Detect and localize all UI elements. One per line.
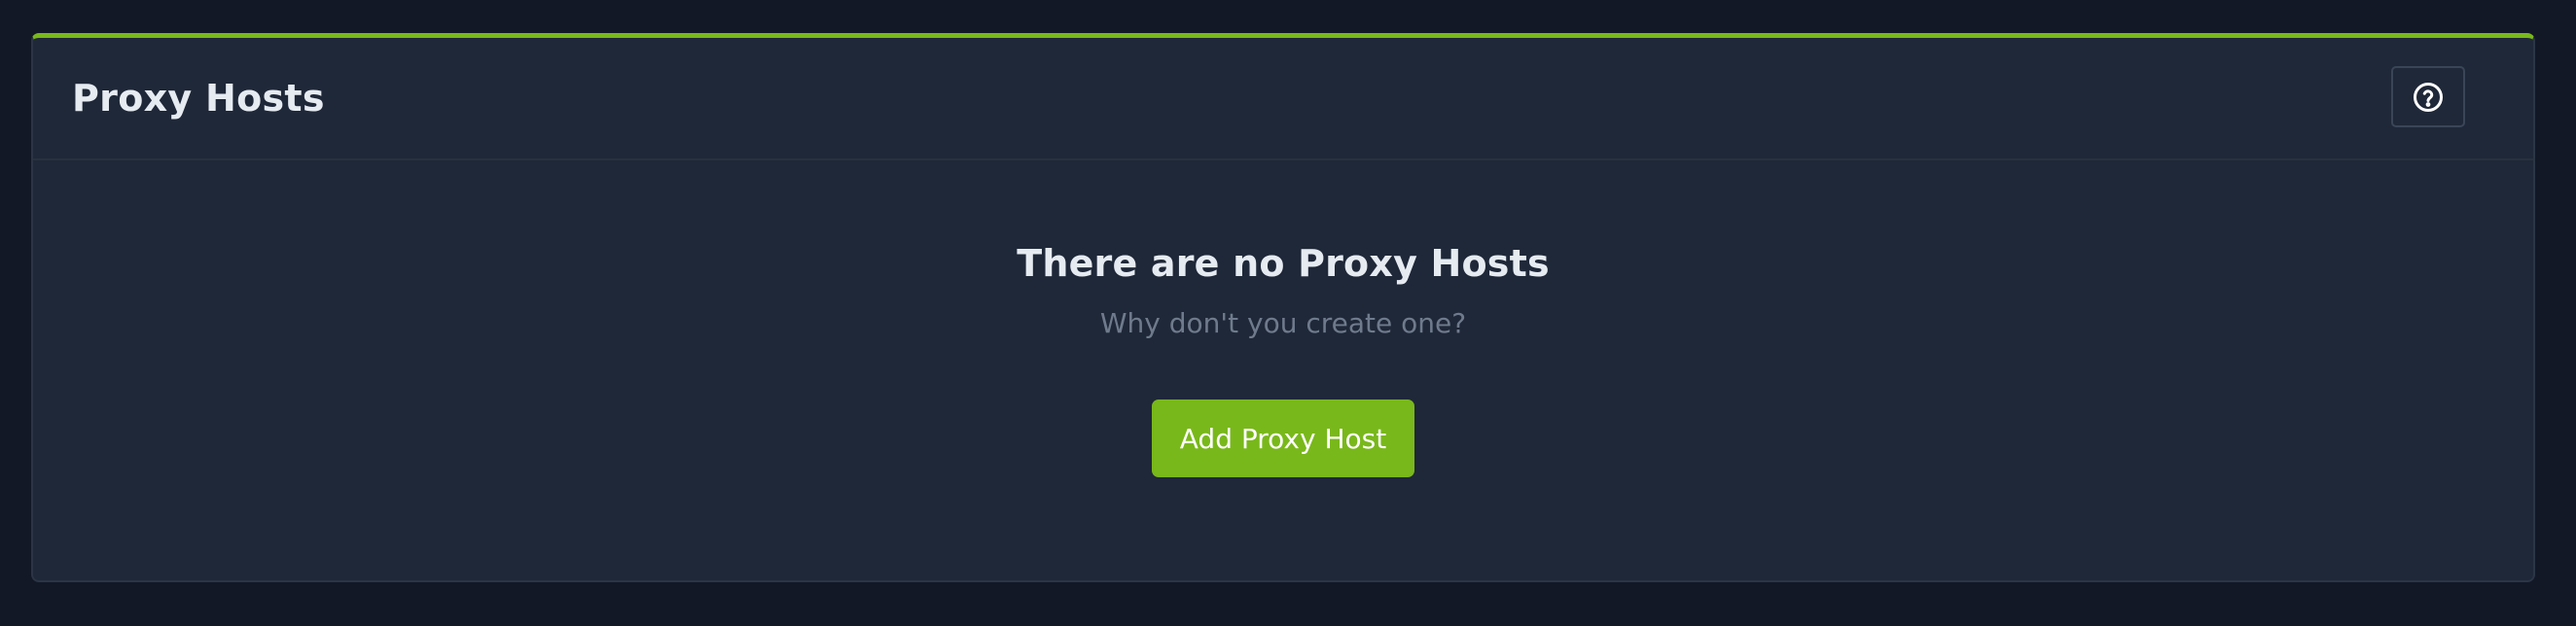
add-proxy-host-button[interactable]: Add Proxy Host <box>1152 400 1414 477</box>
card-header: Proxy Hosts <box>33 38 2533 160</box>
proxy-hosts-card: Proxy Hosts There are no Proxy Hosts Why… <box>31 33 2535 582</box>
question-circle-icon <box>2411 80 2446 115</box>
empty-state-subtitle: Why don't you create one? <box>1099 307 1467 339</box>
empty-state-title: There are no Proxy Hosts <box>1017 242 1550 285</box>
page-title: Proxy Hosts <box>72 77 325 120</box>
help-button[interactable] <box>2391 66 2465 127</box>
